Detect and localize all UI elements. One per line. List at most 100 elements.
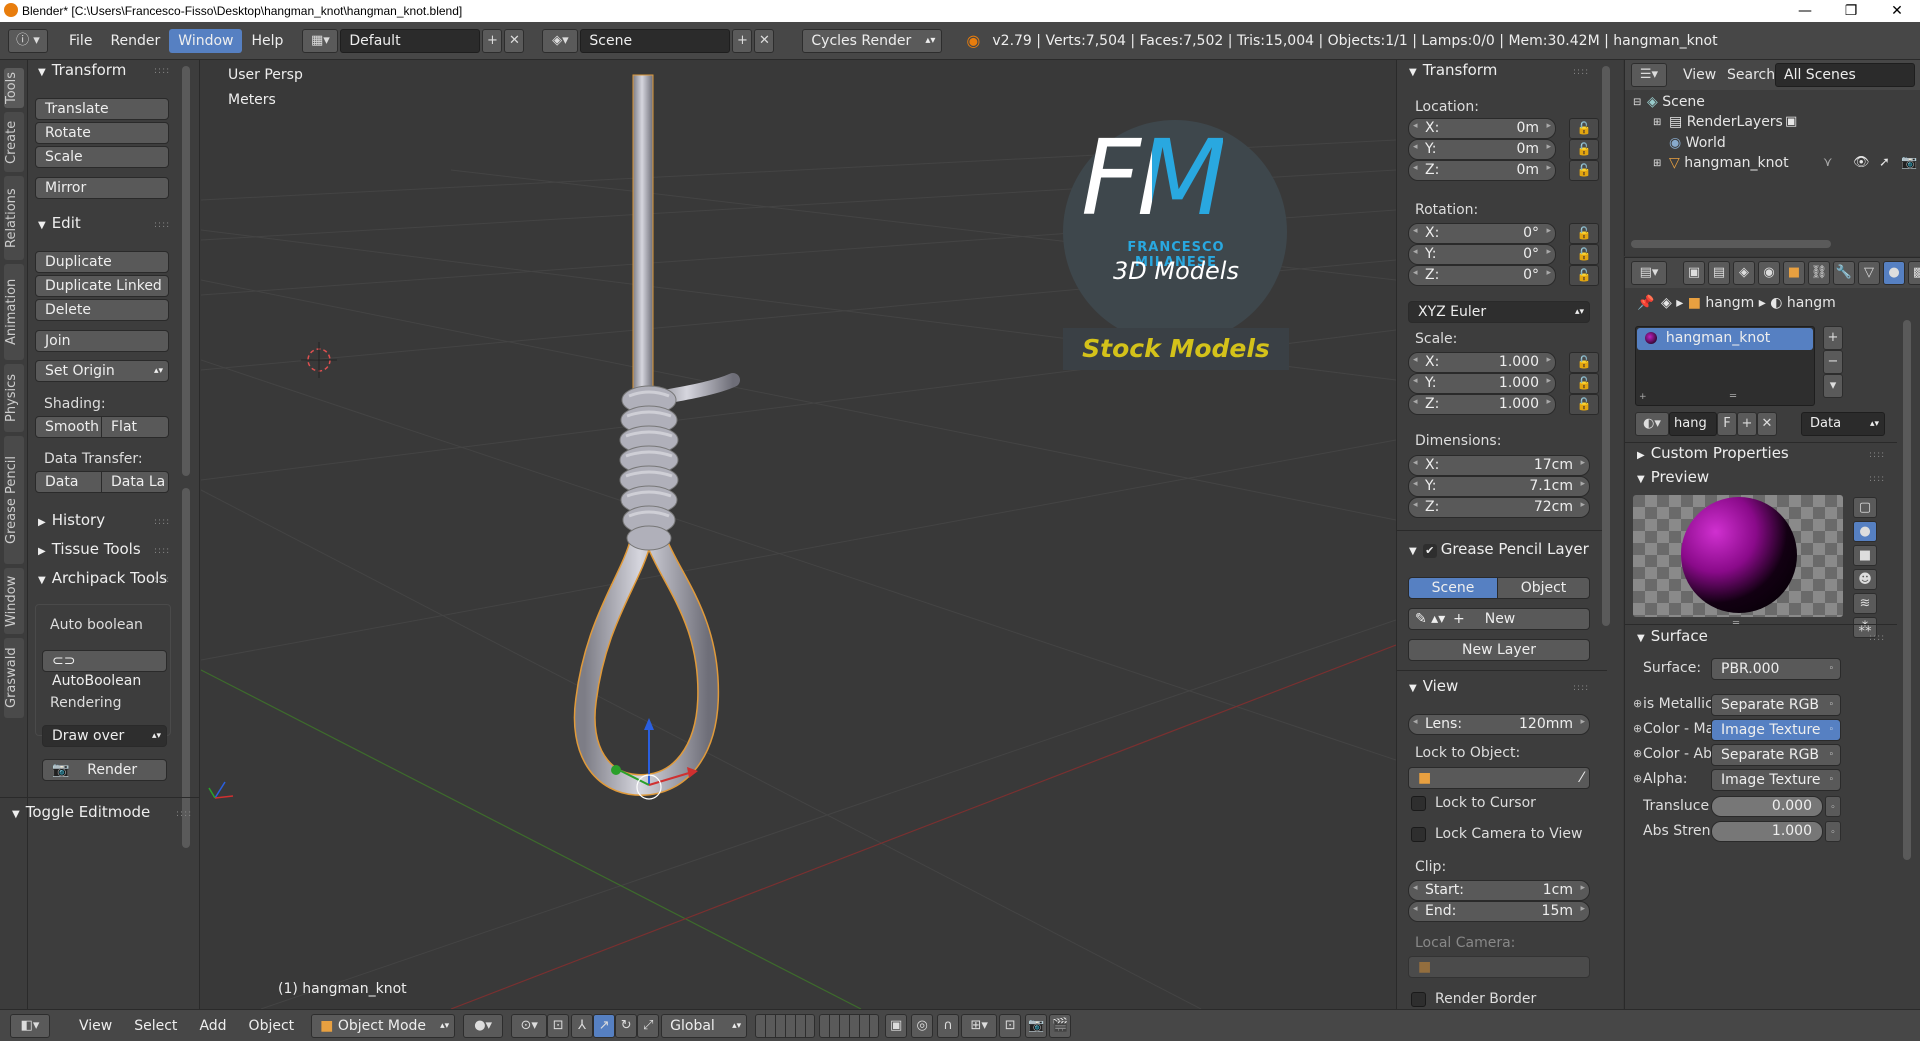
- screen-layout-field[interactable]: Default: [340, 28, 481, 53]
- delete-button[interactable]: Delete: [35, 299, 169, 321]
- proportional-edit-icon[interactable]: ◎: [911, 1013, 934, 1038]
- menu-render[interactable]: Render: [101, 29, 169, 53]
- link-dot-icon[interactable]: ◦: [1825, 796, 1841, 817]
- panel-tissue-header[interactable]: ▶ Tissue Tools: [38, 540, 141, 558]
- constraints-tab-icon[interactable]: ⛓: [1808, 261, 1830, 285]
- interaction-mode-select[interactable]: ■ Object Mode ▴▾: [311, 1013, 456, 1038]
- npanel-transform-header[interactable]: ▼ Transform: [1409, 61, 1497, 79]
- input-link-select[interactable]: Separate RGB ◦: [1711, 744, 1841, 766]
- lock-icon[interactable]: 🔓: [1569, 160, 1599, 181]
- material-name-field[interactable]: hang: [1669, 412, 1717, 436]
- input-link-select[interactable]: Separate RGB ◦: [1711, 694, 1841, 716]
- panel-transform-header[interactable]: ▼ Transform: [38, 61, 126, 79]
- outliner-view-menu[interactable]: View: [1683, 67, 1716, 83]
- panel-grip-icon[interactable]: ::::: [1573, 67, 1589, 77]
- smooth-button[interactable]: Smooth: [35, 416, 102, 438]
- world-tab-icon[interactable]: ◉: [1758, 261, 1780, 285]
- lock-icon[interactable]: 🔓: [1569, 223, 1599, 244]
- preview-monkey-icon[interactable]: ☻: [1853, 569, 1877, 590]
- eyedropper-icon[interactable]: ⁄: [1581, 768, 1583, 788]
- scene-selector-icon[interactable]: ◈▾: [542, 28, 579, 53]
- screen-layout-icon[interactable]: ▦▾: [302, 28, 339, 53]
- panel-archipack-header[interactable]: ▼ Archipack Tools: [38, 569, 167, 587]
- join-button[interactable]: Join: [35, 330, 169, 352]
- scene-layers-grid[interactable]: [755, 1013, 816, 1038]
- texture-tab-icon[interactable]: ▩: [1908, 261, 1920, 285]
- grease-pencil-layer-header[interactable]: ▼ ✔ Grease Pencil Layer: [1409, 540, 1589, 558]
- gp-new-button[interactable]: ✎ ▴▾ + New: [1408, 608, 1590, 630]
- lock-icon[interactable]: 🔓: [1569, 373, 1599, 394]
- add-scene-icon[interactable]: +: [732, 28, 753, 53]
- selectable-cursor-icon[interactable]: ➚: [1879, 155, 1890, 170]
- rotation-x-field[interactable]: ◂ X: 0° ▸: [1408, 223, 1556, 244]
- outliner-item-scene[interactable]: ◈ Scene: [1647, 94, 1705, 110]
- snap-element-icon[interactable]: ⊞▾: [961, 1013, 998, 1038]
- new-material-icon[interactable]: +: [1737, 412, 1757, 436]
- duplicate-button[interactable]: Duplicate: [35, 251, 169, 273]
- dimensions-x-field[interactable]: ◂ X: 17cm ▸: [1408, 455, 1590, 476]
- transform-orientation-select[interactable]: Global ▴▾: [661, 1013, 748, 1038]
- material-tab-icon[interactable]: ●: [1883, 261, 1905, 285]
- transluce-slider[interactable]: 0.000: [1711, 796, 1823, 817]
- expand-input-icon[interactable]: ⊕: [1633, 772, 1642, 785]
- panel-grip-icon[interactable]: ::::: [1869, 633, 1885, 643]
- outliner-search-menu[interactable]: Search: [1727, 67, 1775, 83]
- outliner-h-scrollbar[interactable]: [1631, 240, 1831, 248]
- surface-shader-select[interactable]: PBR.000 ◦: [1711, 658, 1841, 680]
- panel-grip-icon[interactable]: ::::: [1869, 450, 1885, 460]
- menu-object[interactable]: Object: [240, 1014, 304, 1038]
- info-editor-type-button[interactable]: ⓘ ▾: [8, 28, 48, 53]
- translate-manipulator-icon[interactable]: ↗: [593, 1013, 616, 1038]
- material-browse-icon[interactable]: ◐▾: [1635, 412, 1669, 436]
- draw-over-select[interactable]: Draw over ▴▾: [42, 725, 167, 747]
- add-layout-icon[interactable]: +: [482, 28, 503, 53]
- menu-file[interactable]: File: [60, 29, 101, 53]
- remove-material-slot-icon[interactable]: −: [1823, 350, 1843, 374]
- panel-grip-icon[interactable]: ::::: [154, 517, 170, 527]
- preview-header[interactable]: ▼ Preview: [1637, 468, 1709, 486]
- y-arrow-icon[interactable]: [611, 765, 621, 775]
- lock-camera-checkbox[interactable]: [1411, 827, 1426, 842]
- preview-flat-icon[interactable]: ▢: [1853, 497, 1877, 518]
- input-link-select[interactable]: Image Texture ◦: [1711, 719, 1841, 741]
- tab-animation[interactable]: Animation: [4, 264, 24, 360]
- lock-object-field[interactable]: ■ ⁄: [1408, 767, 1590, 789]
- renderlayer-toggle-icon[interactable]: ▣: [1785, 114, 1797, 129]
- tab-physics[interactable]: Physics: [4, 364, 24, 432]
- lock-to-cursor-checkbox[interactable]: [1411, 796, 1426, 811]
- render-border-checkbox[interactable]: [1411, 992, 1426, 1007]
- unlink-material-icon[interactable]: ✕: [1757, 412, 1777, 436]
- scale-y-field[interactable]: ◂ Y: 1.000 ▸: [1408, 373, 1556, 394]
- lock-icon[interactable]: 🔓: [1569, 265, 1599, 286]
- outliner-item-renderlayers[interactable]: ▤ RenderLayers: [1669, 114, 1783, 130]
- tool-shelf-scrollbar[interactable]: [182, 66, 190, 476]
- rotate-manipulator-icon[interactable]: ↻: [615, 1013, 638, 1038]
- minimize-button[interactable]: —: [1782, 0, 1828, 22]
- data-tab-icon[interactable]: ▽: [1858, 261, 1880, 285]
- renderable-camera-icon[interactable]: 📷: [1901, 155, 1917, 170]
- menu-select[interactable]: Select: [125, 1014, 186, 1038]
- expand-input-icon[interactable]: ⊕: [1633, 747, 1642, 760]
- lock-icon[interactable]: 🔓: [1569, 118, 1599, 139]
- input-link-select[interactable]: Image Texture ◦: [1711, 769, 1841, 791]
- lock-icon[interactable]: 🔓: [1569, 139, 1599, 160]
- mirror-button[interactable]: Mirror: [35, 177, 169, 199]
- rotation-y-field[interactable]: ◂ Y: 0° ▸: [1408, 244, 1556, 265]
- menu-help[interactable]: Help: [242, 29, 292, 53]
- scene-field[interactable]: Scene: [580, 28, 731, 53]
- render-button[interactable]: 📷 Render: [42, 759, 167, 781]
- collapse-icon[interactable]: ⊟: [1633, 97, 1641, 108]
- clip-end-field[interactable]: ◂ End: 15m ▸: [1408, 901, 1590, 922]
- add-slot-small-icon[interactable]: +: [1639, 392, 1647, 402]
- panel-history-header[interactable]: ▶ History: [38, 511, 105, 529]
- duplicate-linked-button[interactable]: Duplicate Linked: [35, 275, 169, 297]
- manipulator-toggle-icon[interactable]: ⅄: [571, 1013, 594, 1038]
- scale-z-field[interactable]: ◂ Z: 1.000 ▸: [1408, 394, 1556, 415]
- location-x-field[interactable]: ◂ X: 0m ▸: [1408, 118, 1556, 139]
- renderlayers-tab-icon[interactable]: ▤: [1708, 261, 1730, 285]
- panel-grip-icon[interactable]: ::::: [154, 546, 170, 556]
- material-specials-icon[interactable]: ▾: [1823, 374, 1843, 398]
- manipulate-center-icon[interactable]: ⊡: [547, 1013, 570, 1038]
- lock-layers-icon[interactable]: ▣: [885, 1013, 908, 1038]
- visibility-eye-icon[interactable]: 👁: [1853, 155, 1870, 170]
